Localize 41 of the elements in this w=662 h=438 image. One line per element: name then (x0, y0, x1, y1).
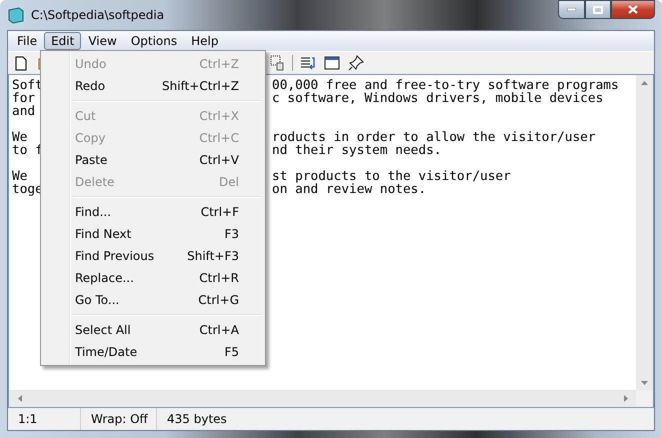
text-line: roducts in order to allow the visitor/user (272, 131, 596, 144)
menu-item[interactable]: File (10, 32, 44, 50)
maximize-button[interactable] (585, 0, 611, 19)
text-line: c software, Windows drivers, mobile devices (272, 92, 604, 105)
text-line: 00,000 free and free-to-try software programs (272, 79, 619, 92)
text-line: on and review notes. (272, 183, 426, 196)
menu-entry[interactable]: Find Previous Shift+F3 (43, 245, 263, 267)
menu-item[interactable]: Help (184, 32, 226, 50)
minimize-button[interactable] (558, 0, 585, 19)
selection-icon[interactable] (268, 54, 286, 72)
minimize-icon (567, 8, 576, 11)
menu-entry[interactable]: Redo Shift+Ctrl+Z (43, 75, 263, 97)
status-text: 435 bytes (166, 411, 228, 428)
text-line: Soft (12, 78, 43, 93)
vertical-scrollbar[interactable] (636, 75, 653, 390)
text-line: We (12, 169, 28, 184)
menu-entry[interactable]: Find... Ctrl+F (43, 201, 263, 223)
menu-item[interactable]: View (81, 32, 124, 50)
menu-entry[interactable]: Replace... Ctrl+R (43, 267, 263, 289)
text-line: nd their system needs. (272, 144, 442, 157)
menu-entry[interactable]: Paste Ctrl+V (43, 149, 263, 171)
menu-item[interactable]: Edit (44, 32, 82, 50)
status-text: Wrap: Off (81, 408, 157, 430)
menu-entry[interactable]: Select All Ctrl+A (43, 319, 263, 341)
menu-entry[interactable]: Go To... Ctrl+G (43, 289, 263, 311)
horizontal-scrollbar[interactable] (9, 390, 636, 407)
menu-entry[interactable]: Time/Date F5 (43, 341, 263, 363)
text-line: We (12, 130, 28, 145)
text-line: st products to the visitor/user (272, 170, 511, 183)
maximize-icon (593, 6, 603, 14)
notepad-icon (7, 6, 25, 24)
menu-entry[interactable]: Find Next F3 (43, 223, 263, 245)
menu-item[interactable]: Options (124, 32, 184, 50)
status-text: 1:1 (8, 408, 81, 430)
close-button[interactable] (611, 0, 655, 19)
text-line: for (12, 91, 36, 106)
close-icon (628, 5, 638, 14)
window-icon[interactable] (323, 54, 341, 72)
text-line: and (12, 104, 36, 119)
window-title: C:\Softpedia\softpedia (31, 8, 164, 22)
pin-icon[interactable] (347, 54, 365, 72)
